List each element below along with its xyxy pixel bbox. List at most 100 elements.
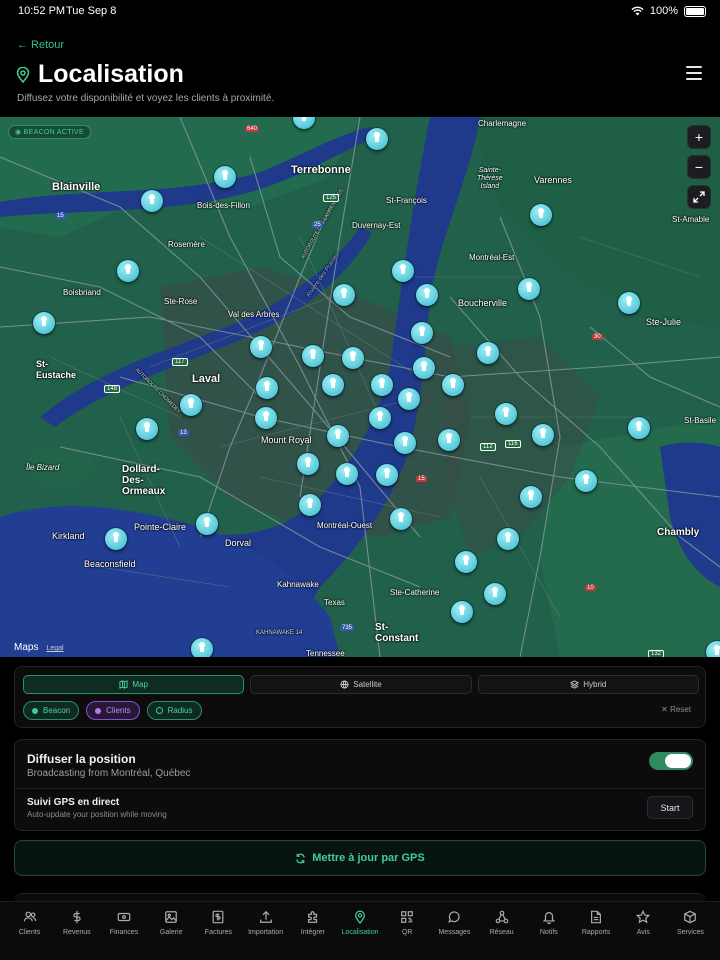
layers-icon <box>570 680 580 689</box>
client-pin[interactable] <box>442 374 464 396</box>
layer-chip-radius-label: Radius <box>167 706 193 715</box>
client-pin[interactable] <box>136 418 158 440</box>
client-pin[interactable] <box>256 377 278 399</box>
tab-avis[interactable]: Avis <box>620 902 667 960</box>
client-pin[interactable] <box>438 429 460 451</box>
tab-galerie[interactable]: Galerie <box>148 902 195 960</box>
client-pin[interactable] <box>196 513 218 535</box>
map-label-kirkland: Kirkland <box>52 531 85 541</box>
client-pin[interactable] <box>302 345 324 367</box>
map-label-sainte-therese-island: Sainte- Thérèse Island <box>477 167 503 190</box>
client-pin[interactable] <box>369 407 391 429</box>
tab-label: Localisation <box>341 929 379 936</box>
client-pin[interactable] <box>191 638 213 657</box>
client-pin[interactable] <box>33 312 55 334</box>
map-label-boisbriand: Boisbriand <box>63 288 101 297</box>
client-pin[interactable] <box>322 374 344 396</box>
gps-tracking-title: Suivi GPS en direct <box>27 797 120 808</box>
zoom-in-button[interactable]: + <box>687 125 711 149</box>
client-pin[interactable] <box>250 336 272 358</box>
client-pin[interactable] <box>497 528 519 550</box>
update-gps-button[interactable]: Mettre à jour par GPS <box>14 840 706 876</box>
page-subtitle: Diffusez votre disponibilité et voyez le… <box>17 93 275 104</box>
client-pin[interactable] <box>530 204 552 226</box>
client-pin[interactable] <box>451 601 473 623</box>
back-link[interactable]: ← Retour <box>17 39 64 51</box>
client-pin[interactable] <box>336 463 358 485</box>
tab-notifs[interactable]: Notifs <box>525 902 572 960</box>
legal-link[interactable]: Legal <box>46 645 63 652</box>
client-pin[interactable] <box>376 464 398 486</box>
client-pin[interactable] <box>394 432 416 454</box>
client-pin[interactable] <box>532 424 554 446</box>
client-pin[interactable] <box>371 374 393 396</box>
client-pin[interactable] <box>477 342 499 364</box>
client-pin[interactable] <box>455 551 477 573</box>
tab-services[interactable]: Services <box>667 902 714 960</box>
tab-localisation[interactable]: Localisation <box>336 902 383 960</box>
client-pin[interactable] <box>342 347 364 369</box>
tab-label: Importation <box>248 929 284 936</box>
tab-importation[interactable]: Importation <box>242 902 289 960</box>
client-pin[interactable] <box>518 278 540 300</box>
client-pin[interactable] <box>392 260 414 282</box>
tab-finances[interactable]: Finances <box>100 902 147 960</box>
map-type-satellite[interactable]: Satellite <box>250 675 472 694</box>
client-pin[interactable] <box>398 388 420 410</box>
zoom-out-button[interactable]: − <box>687 155 711 179</box>
map-label-val-des-arbres: Val des Arbres <box>228 310 280 319</box>
expand-icon[interactable] <box>687 185 711 209</box>
client-pin[interactable] <box>327 425 349 447</box>
client-pin[interactable] <box>628 417 650 439</box>
map-view[interactable]: ◉ BEACON ACTIVE Terrebonne Blainville La… <box>0 117 720 657</box>
client-pin[interactable] <box>484 583 506 605</box>
client-pin[interactable] <box>105 528 127 550</box>
map-type-hybrid[interactable]: Hybrid <box>477 675 699 694</box>
map-label-beaconsfield: Beaconsfield <box>84 559 136 569</box>
client-pin[interactable] <box>180 394 202 416</box>
client-pin[interactable] <box>117 260 139 282</box>
tab-messages[interactable]: Messages <box>431 902 478 960</box>
route-735-shield: 735 <box>340 625 355 631</box>
hamburger-menu-icon[interactable] <box>686 66 702 84</box>
client-pin[interactable] <box>575 470 597 492</box>
client-pin[interactable] <box>618 292 640 314</box>
map-type-map[interactable]: Map <box>23 675 245 694</box>
layer-chip-beacon[interactable]: Beacon <box>23 701 80 720</box>
tab-label: Intégrer <box>300 929 325 936</box>
client-pin[interactable] <box>297 453 319 475</box>
client-pin[interactable] <box>495 403 517 425</box>
star-icon <box>636 910 651 924</box>
reset-button[interactable]: ✕ Reset <box>661 705 691 714</box>
tab-reseau[interactable]: Réseau <box>478 902 525 960</box>
client-pin[interactable] <box>413 357 435 379</box>
map-label-bois-des-fillon: Bois-des-Fillon <box>197 201 250 210</box>
map-label-rosemere: Rosemère <box>168 240 205 249</box>
client-pin[interactable] <box>366 128 388 150</box>
client-pin[interactable] <box>333 284 355 306</box>
client-pin[interactable] <box>255 407 277 429</box>
tab-factures[interactable]: Factures <box>195 902 242 960</box>
client-pin[interactable] <box>390 508 412 530</box>
client-pin[interactable] <box>411 322 433 344</box>
tab-rapports[interactable]: Rapports <box>572 902 619 960</box>
map-label-boucherville: Boucherville <box>458 298 508 308</box>
tab-clients[interactable]: Clients <box>6 902 53 960</box>
tab-revenus[interactable]: Revenus <box>53 902 100 960</box>
start-gps-button[interactable]: Start <box>647 796 693 819</box>
layer-chip-radius[interactable]: Radius <box>146 701 202 720</box>
client-pin[interactable] <box>520 486 542 508</box>
client-pin[interactable] <box>416 284 438 306</box>
client-pin[interactable] <box>299 494 321 516</box>
tab-integrer[interactable]: Intégrer <box>289 902 336 960</box>
client-pin[interactable] <box>214 166 236 188</box>
layer-chip-clients[interactable]: Clients <box>86 701 140 720</box>
client-pin[interactable] <box>141 190 163 212</box>
tab-qr[interactable]: QR <box>384 902 431 960</box>
page-header: Localisation <box>16 60 184 89</box>
layer-chip-beacon-label: Beacon <box>43 706 71 715</box>
tab-label: Galerie <box>159 929 183 936</box>
map-controls: + − <box>687 125 711 209</box>
client-pin[interactable] <box>706 641 720 657</box>
broadcast-toggle[interactable] <box>649 752 693 770</box>
